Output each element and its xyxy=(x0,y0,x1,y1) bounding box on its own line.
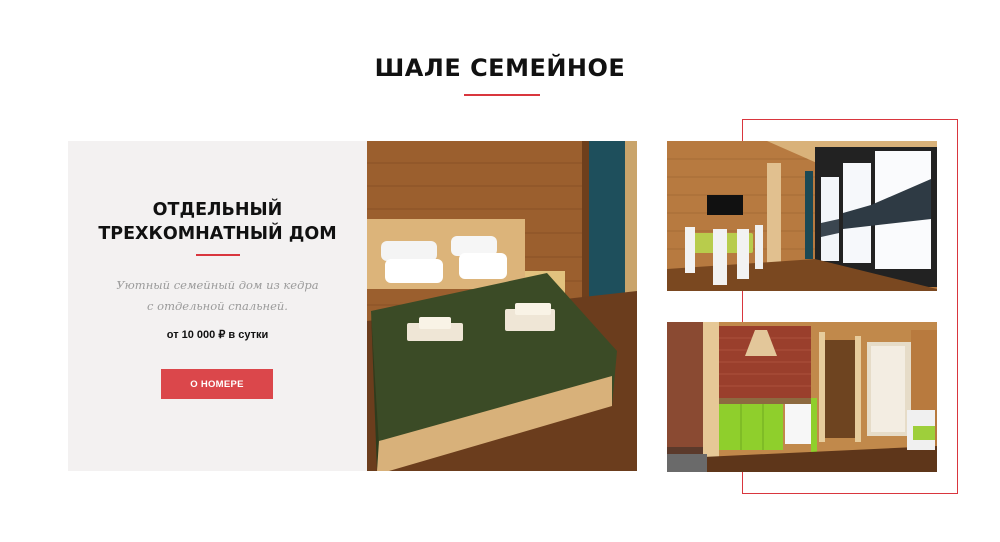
decor-frame-top xyxy=(742,119,958,120)
room-price: от 10 000 ₽ в сутки xyxy=(166,329,269,341)
room-title-line2: ТРЕХКОМНАТНЫЙ ДОМ xyxy=(98,224,337,244)
section-title: ШАЛЕ СЕМЕЙНОЕ xyxy=(374,54,626,82)
decor-frame-bottom xyxy=(742,493,958,494)
decor-frame-left xyxy=(742,291,743,322)
room-description-line1: Уютный семейный дом из кедра xyxy=(116,278,319,292)
room-title-line1: ОТДЕЛЬНЫЙ xyxy=(152,200,283,220)
room-title-divider xyxy=(196,254,240,256)
decor-frame-right xyxy=(957,119,958,494)
decor-frame-left xyxy=(742,119,743,141)
title-underline xyxy=(464,94,540,96)
room-description: Уютный семейный дом из кедра с отдельной… xyxy=(88,275,347,317)
kitchen-photo[interactable] xyxy=(667,322,937,472)
decor-frame-left xyxy=(742,472,743,494)
room-title: ОТДЕЛЬНЫЙ ТРЕХКОМНАТНЫЙ ДОМ xyxy=(68,198,367,246)
room-description-line2: с отдельной спальней. xyxy=(147,299,288,313)
living-room-photo[interactable] xyxy=(667,141,937,291)
room-details-button[interactable]: О НОМЕРЕ xyxy=(161,369,273,399)
bedroom-photo[interactable] xyxy=(367,141,637,471)
room-info-panel: ОТДЕЛЬНЫЙ ТРЕХКОМНАТНЫЙ ДОМ Уютный семей… xyxy=(68,141,367,471)
